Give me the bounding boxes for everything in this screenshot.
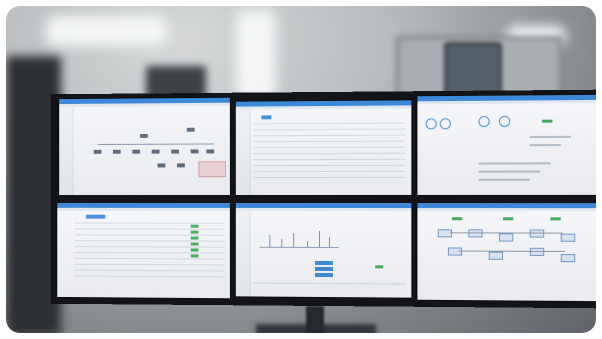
table-row (74, 263, 225, 266)
screen-bottom-left (56, 201, 231, 300)
table-row (253, 146, 406, 149)
tree-node (132, 149, 141, 154)
tree-node (93, 149, 102, 154)
tree-root (140, 133, 148, 138)
flow-connector (449, 232, 563, 234)
tree-connector (97, 143, 215, 145)
status-text (478, 170, 541, 173)
status-badge (190, 248, 199, 252)
table-row (253, 282, 406, 285)
status-badge (190, 236, 199, 240)
status-text (478, 178, 530, 181)
legend-item (315, 266, 333, 272)
table-row (74, 234, 225, 236)
table-row (253, 152, 406, 155)
line-chart (259, 228, 339, 249)
table-row (74, 257, 225, 260)
status-badge (451, 217, 463, 221)
gauge-icon (439, 118, 451, 130)
status-badge (503, 217, 514, 221)
menu-bar (59, 102, 230, 107)
flow-node (498, 233, 514, 242)
tree-node (171, 149, 179, 154)
menu-bar (235, 105, 412, 110)
legend-item (315, 260, 333, 266)
table-row (253, 158, 406, 161)
gauge-icon (498, 115, 511, 128)
table-row (74, 275, 225, 278)
ceiling-light (46, 16, 166, 46)
screen-bottom-right (416, 202, 596, 303)
monitor-wall (50, 89, 596, 309)
table-row (253, 128, 406, 131)
screen-top-center (234, 99, 413, 197)
status-badge (550, 217, 561, 221)
status-text (478, 162, 551, 165)
table-row (74, 246, 225, 248)
status-text (529, 135, 572, 139)
ceiling-light (236, 10, 276, 100)
sidebar (235, 109, 251, 196)
flow-node (560, 253, 576, 263)
gauge-icon (425, 118, 437, 130)
status-badge (190, 230, 199, 234)
tree-node (151, 149, 160, 154)
table-row (253, 122, 406, 125)
status-badge (375, 265, 384, 269)
screen-top-right (416, 93, 596, 196)
sidebar (59, 106, 74, 196)
screen-top-left (58, 96, 231, 197)
table-row (74, 251, 225, 254)
gauge-icon (478, 115, 490, 128)
tree-node (190, 149, 199, 154)
action-button[interactable] (86, 214, 106, 219)
legend-item (315, 272, 333, 278)
monitor-stand (306, 306, 324, 333)
tree-node (113, 149, 121, 154)
alert-box (198, 161, 226, 178)
table-row (74, 222, 225, 224)
sidebar (235, 210, 251, 297)
tree-node (206, 149, 215, 154)
table-row (253, 140, 406, 143)
table-row (74, 240, 225, 242)
status-badge (542, 119, 553, 123)
tree-node (177, 163, 185, 168)
table-row (74, 269, 225, 272)
action-button[interactable] (261, 115, 272, 120)
status-badge (190, 224, 199, 228)
photo-frame (6, 6, 596, 333)
table-row (253, 170, 406, 173)
table-row (253, 176, 406, 179)
menu-bar (235, 207, 412, 212)
menu-bar (57, 207, 230, 211)
status-badge (190, 254, 199, 258)
table-row (253, 134, 406, 137)
screen-bottom-center (234, 201, 413, 299)
flow-node (488, 251, 504, 260)
table-row (253, 164, 406, 167)
menu-bar (417, 208, 596, 212)
flow-node (560, 233, 576, 242)
tree-node (157, 163, 166, 168)
flow-connector (458, 250, 565, 252)
tree-node (186, 127, 195, 132)
status-badge (190, 242, 199, 246)
table-row (74, 228, 225, 230)
status-text (529, 144, 561, 147)
menu-bar (417, 99, 596, 105)
